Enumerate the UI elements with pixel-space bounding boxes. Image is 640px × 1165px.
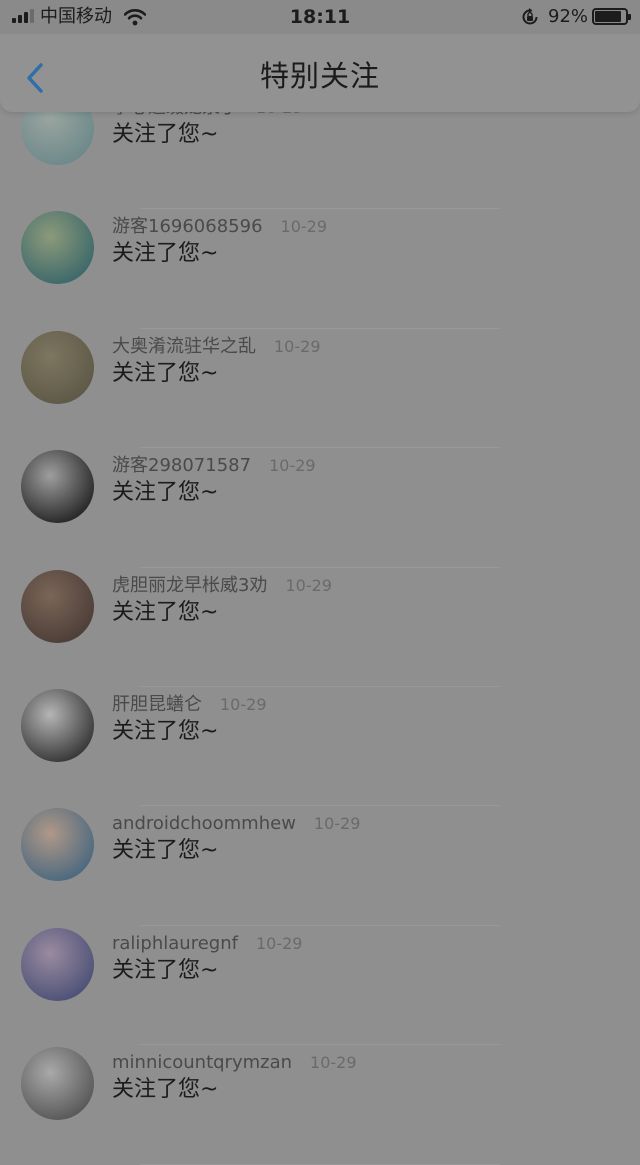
timestamp: 10-29 [274, 336, 321, 356]
avatar[interactable] [21, 1047, 94, 1121]
avatar[interactable] [21, 927, 94, 1001]
item-meta: 大奥淆流驻华之乱 10-29 [112, 335, 321, 359]
notification-message: 关注了您~ [112, 838, 219, 864]
list-item[interactable]: minnicountqrymzan 10-29 关注了您~ [0, 1045, 640, 1165]
username[interactable]: 游客298071587 [112, 454, 251, 478]
list-item[interactable]: 虎胆丽龙早枨威3劝 10-29 关注了您~ [0, 568, 640, 688]
avatar[interactable] [21, 808, 94, 882]
username[interactable]: 虎胆丽龙早枨威3劝 [112, 574, 267, 598]
notification-message: 关注了您~ [112, 599, 219, 625]
battery-icon [592, 8, 631, 25]
username[interactable]: minnicountqrymzan [112, 1051, 292, 1075]
notification-message: 关注了您~ [112, 480, 219, 506]
list-item[interactable]: androidchoommhew 10-29 关注了您~ [0, 806, 640, 927]
timestamp: 10-29 [255, 933, 303, 953]
notification-message: 关注了您~ [112, 360, 219, 386]
timestamp: 10-29 [285, 575, 332, 595]
notification-message: 关注了您~ [112, 241, 219, 267]
timestamp: 10-29 [269, 456, 316, 476]
rotation-lock-icon [522, 8, 538, 25]
notification-message: 关注了您~ [112, 1077, 219, 1103]
page-title: 特别关注 [259, 59, 380, 93]
avatar[interactable] [21, 688, 94, 762]
username[interactable]: androidchoommhew [112, 812, 296, 836]
item-meta: 肝胆昆蟮仑 10-29 [112, 693, 267, 717]
navigation-bar: 特别关注 [0, 34, 640, 112]
avatar[interactable] [21, 330, 94, 404]
username[interactable]: 大奥淆流驻华之乱 [112, 335, 256, 359]
timestamp: 10-29 [313, 814, 361, 834]
item-meta: raliphlauregnf 10-29 [112, 932, 302, 956]
timestamp: 10-29 [280, 217, 328, 237]
clock: 18:11 [289, 6, 351, 28]
item-meta: 虎胆丽龙早枨威3劝 10-29 [112, 574, 332, 598]
notification-list: 掌心遮缀龙泉丁 10-29 关注了您~ 游客1696068596 10-29 关… [0, 90, 640, 1165]
list-item[interactable]: 游客298071587 10-29 关注了您~ [0, 448, 640, 568]
timestamp: 10-29 [220, 694, 267, 714]
item-meta: 游客298071587 10-29 [112, 454, 316, 478]
avatar[interactable] [21, 450, 94, 524]
list-item[interactable]: raliphlauregnf 10-29 关注了您~ [0, 926, 640, 1046]
username[interactable]: 游客1696068596 [112, 215, 263, 239]
username[interactable]: raliphlauregnf [112, 932, 238, 956]
item-meta: minnicountqrymzan 10-29 [112, 1051, 357, 1075]
notification-message: 关注了您~ [112, 957, 219, 983]
battery-percent: 92% [548, 6, 589, 27]
item-meta: androidchoommhew 10-29 [112, 812, 360, 836]
list-item[interactable]: 肝胆昆蟮仑 10-29 关注了您~ [0, 687, 640, 807]
username[interactable]: 肝胆昆蟮仑 [112, 693, 202, 717]
notification-message: 关注了您~ [112, 718, 219, 744]
status-bar: 中国移动 18:11 92% [0, 0, 640, 34]
list-item[interactable]: 大奥淆流驻华之乱 10-29 关注了您~ [0, 329, 640, 449]
avatar[interactable] [21, 569, 94, 643]
timestamp: 10-29 [310, 1053, 357, 1073]
notification-message: 关注了您~ [112, 122, 219, 147]
item-meta: 游客1696068596 10-29 [112, 215, 327, 239]
list-item[interactable]: 游客1696068596 10-29 关注了您~ [0, 209, 640, 330]
avatar[interactable] [21, 211, 94, 285]
